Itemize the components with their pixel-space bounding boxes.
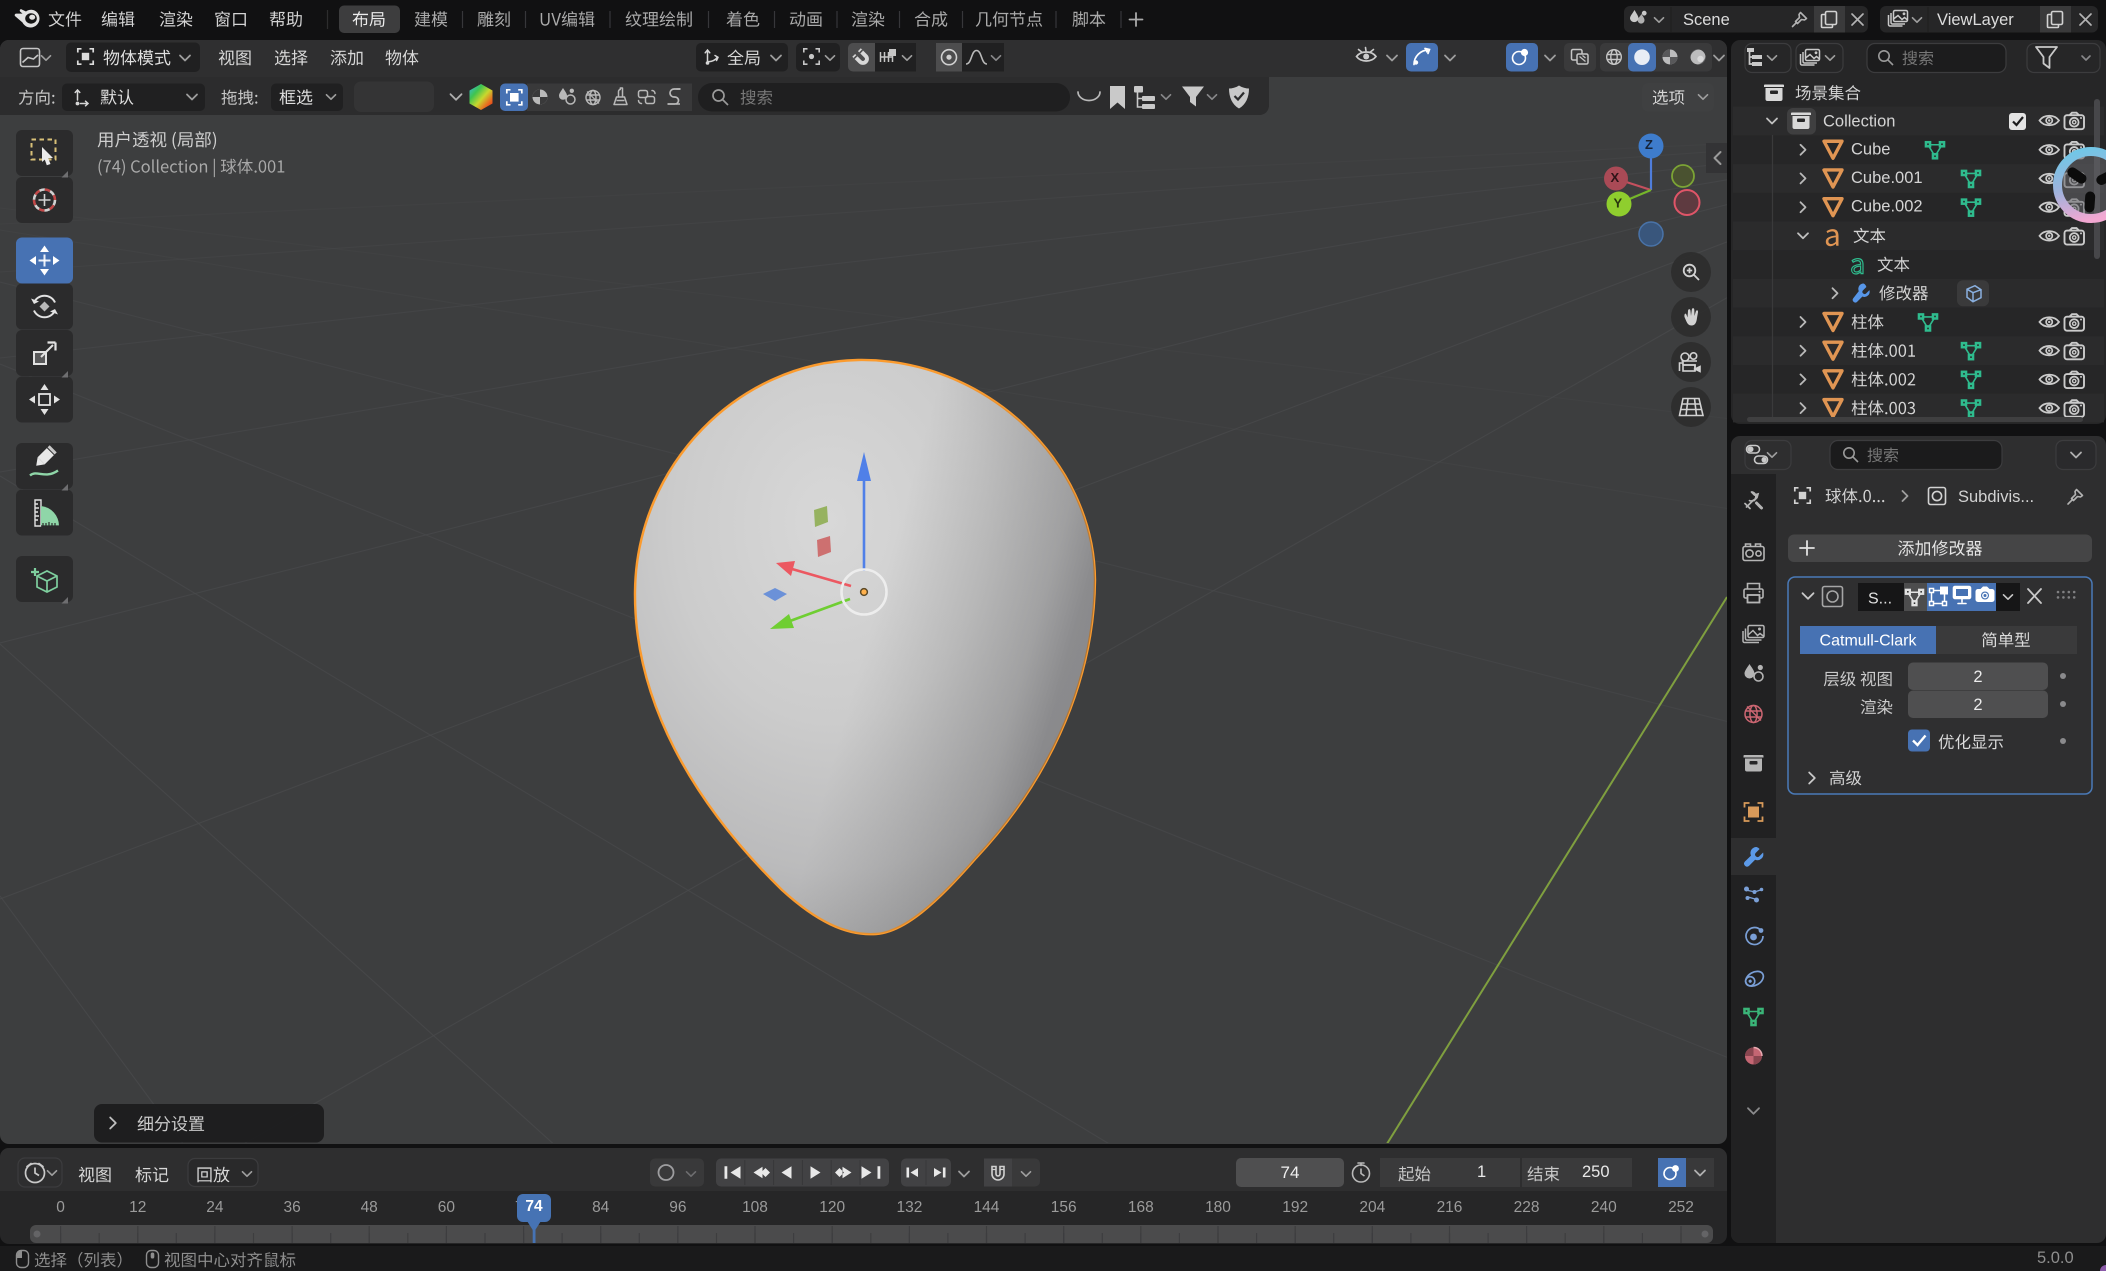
svg-text:ViewLayer: ViewLayer — [1937, 11, 2014, 29]
svg-text:Catmull-Clark: Catmull-Clark — [1820, 633, 1918, 650]
svg-text:2: 2 — [1973, 668, 1982, 686]
svg-text:84: 84 — [592, 1199, 610, 1216]
svg-text:120: 120 — [819, 1199, 845, 1216]
svg-text:180: 180 — [1205, 1199, 1231, 1216]
svg-text:250: 250 — [1582, 1163, 1610, 1181]
svg-text:Subdivis...: Subdivis... — [1958, 488, 2034, 506]
svg-text:74: 74 — [525, 1198, 543, 1215]
svg-text:96: 96 — [669, 1199, 686, 1216]
svg-text:168: 168 — [1128, 1199, 1154, 1216]
svg-text:0: 0 — [56, 1199, 65, 1216]
svg-text:2: 2 — [1973, 696, 1982, 714]
svg-text:X: X — [1611, 170, 1620, 185]
svg-text:156: 156 — [1051, 1199, 1077, 1216]
svg-text:192: 192 — [1282, 1199, 1308, 1216]
svg-text:252: 252 — [1668, 1199, 1694, 1216]
svg-text:60: 60 — [438, 1199, 456, 1216]
svg-text:204: 204 — [1359, 1199, 1385, 1216]
svg-text:36: 36 — [283, 1199, 300, 1216]
svg-text:Cube.002: Cube.002 — [1851, 198, 1923, 216]
svg-text:S...: S... — [1868, 591, 1892, 608]
svg-text:12: 12 — [129, 1199, 146, 1216]
svg-text:132: 132 — [896, 1199, 922, 1216]
svg-text:Y: Y — [1614, 196, 1623, 211]
svg-text:74: 74 — [1281, 1163, 1300, 1182]
svg-text:48: 48 — [361, 1199, 378, 1216]
svg-text:228: 228 — [1514, 1199, 1540, 1216]
svg-text:Scene: Scene — [1683, 11, 1730, 29]
svg-text:108: 108 — [742, 1199, 768, 1216]
svg-text:1: 1 — [1477, 1163, 1486, 1181]
svg-text:5.0.0: 5.0.0 — [2037, 1249, 2074, 1267]
svg-text:Cube.001: Cube.001 — [1851, 169, 1923, 187]
svg-text:Collection: Collection — [1823, 113, 1895, 131]
svg-text:216: 216 — [1437, 1199, 1463, 1216]
svg-text:Z: Z — [1645, 137, 1653, 152]
svg-text:144: 144 — [974, 1199, 1000, 1216]
svg-text:Cube: Cube — [1851, 140, 1890, 158]
svg-text:240: 240 — [1591, 1199, 1617, 1216]
svg-text:24: 24 — [206, 1199, 224, 1216]
